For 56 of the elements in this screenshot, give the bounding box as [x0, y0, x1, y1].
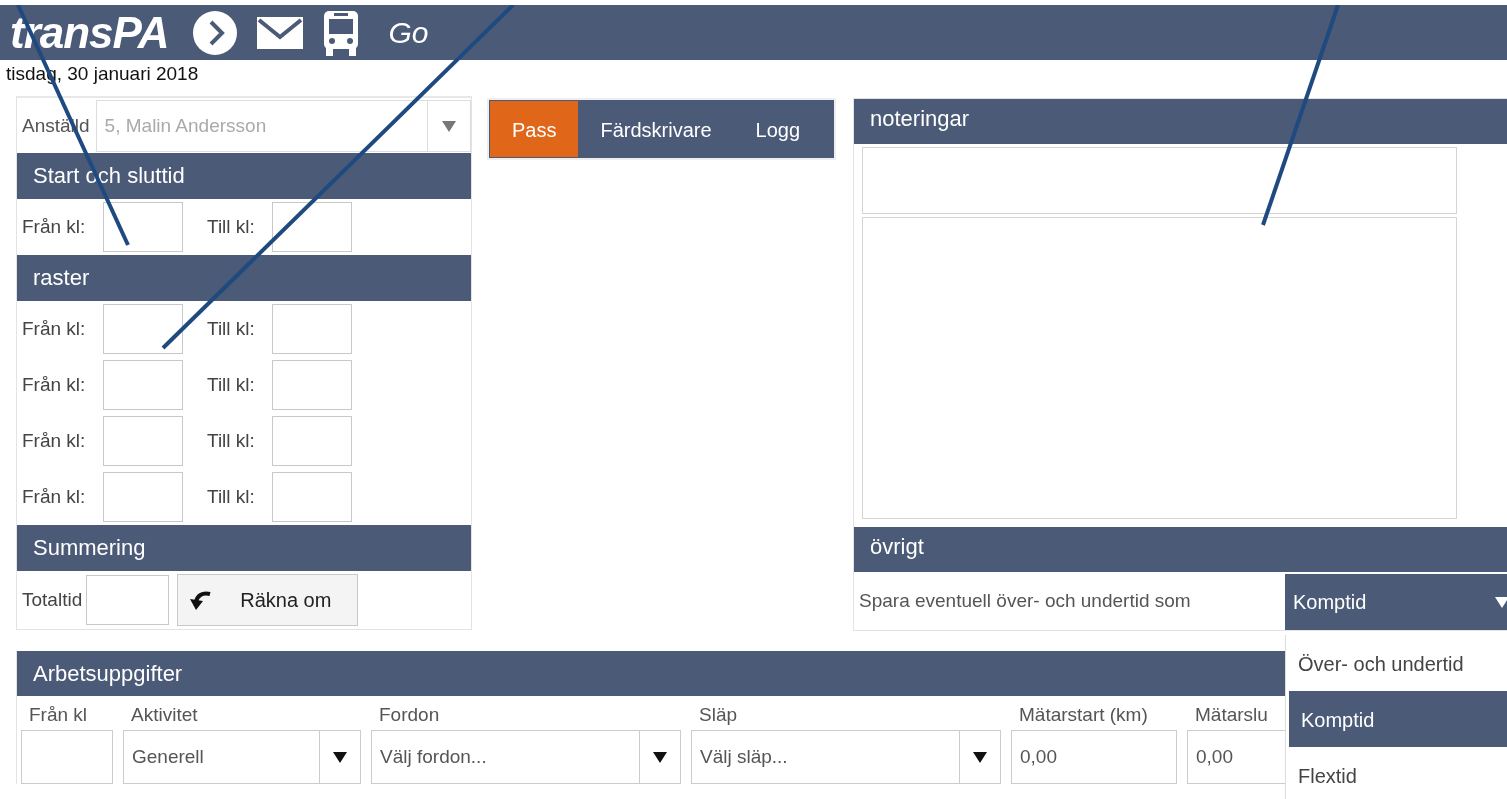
time-input[interactable] — [272, 416, 352, 466]
time-input[interactable] — [103, 304, 183, 354]
time-input[interactable] — [103, 202, 183, 252]
section-header: Summering — [17, 525, 471, 571]
notes-textarea[interactable] — [862, 147, 1457, 214]
recalculate-button[interactable]: Räkna om — [177, 574, 359, 626]
section-header: övrigt — [854, 527, 1507, 572]
caret-icon — [1495, 596, 1507, 608]
caret-icon — [653, 751, 667, 763]
chevron-circle-icon[interactable] — [192, 9, 239, 56]
caret-icon — [973, 751, 987, 763]
time-input[interactable] — [272, 472, 352, 522]
column-label: Från kl — [28, 703, 89, 727]
overtime-select[interactable]: Komptid — [1285, 574, 1507, 630]
input-field[interactable]: 0,00 — [1011, 730, 1177, 784]
time-input[interactable] — [272, 304, 352, 354]
select-field[interactable]: Generell — [123, 730, 361, 784]
field-label: Från kl: — [22, 430, 87, 452]
field-label: Från kl: — [22, 374, 87, 396]
select-field[interactable]: Välj fordon... — [371, 730, 681, 784]
app-logo[interactable]: transPA — [10, 7, 169, 58]
time-input[interactable] — [272, 202, 352, 252]
overtime-label: Spara eventuell över- och undertid som — [859, 590, 1191, 612]
caret-icon — [442, 119, 456, 132]
time-input[interactable] — [272, 360, 352, 410]
dropdown-option[interactable]: Komptid — [1289, 691, 1507, 747]
field-label: Till kl: — [207, 318, 256, 340]
time-input[interactable] — [103, 360, 183, 410]
select-field[interactable]: Välj släp... — [691, 730, 1001, 784]
column-label: Mätarslu — [1194, 703, 1269, 727]
field-label: Från kl: — [22, 318, 87, 340]
input-field[interactable] — [21, 730, 113, 784]
field-label: Från kl: — [22, 216, 87, 238]
column-label: Mätarstart (km) — [1018, 703, 1149, 727]
time-input[interactable] — [103, 472, 183, 522]
mail-icon[interactable] — [256, 15, 305, 50]
column-label: Släp — [698, 703, 739, 727]
caret-icon — [333, 751, 347, 763]
field-label: Till kl: — [207, 486, 256, 508]
field-label: Totaltid — [22, 589, 83, 611]
column-label: Fordon — [378, 703, 441, 727]
bus-icon[interactable] — [322, 9, 361, 56]
field-label: Från kl: — [22, 486, 87, 508]
tab[interactable]: Logg — [733, 101, 823, 157]
column-label: Aktivitet — [130, 703, 199, 727]
go-link[interactable]: Go — [388, 15, 429, 50]
time-input[interactable] — [103, 416, 183, 466]
notes-textarea[interactable] — [862, 217, 1457, 519]
field-label: Till kl: — [207, 374, 256, 396]
section-header: noteringar — [854, 99, 1507, 144]
undo-arrow-icon — [190, 590, 213, 610]
tab[interactable]: Färdskrivare — [578, 101, 734, 157]
field-label: Till kl: — [207, 216, 256, 238]
section-header: raster — [17, 255, 471, 301]
field-label: Till kl: — [207, 430, 256, 452]
total-input[interactable] — [86, 575, 170, 625]
